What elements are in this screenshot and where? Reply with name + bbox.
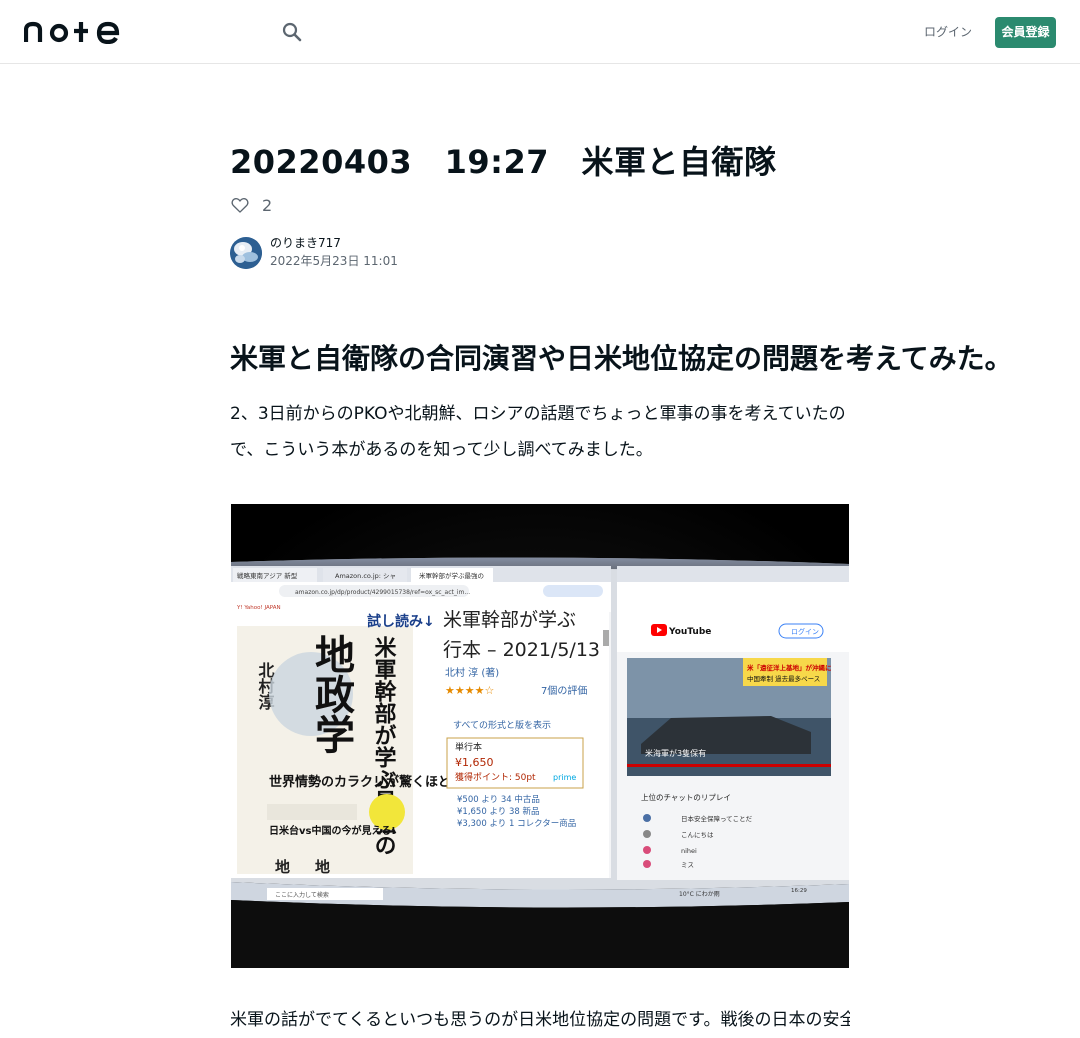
search-icon[interactable] [280, 20, 304, 44]
site-header: ログイン 会員登録 [0, 0, 1080, 64]
like-area: 2 [230, 194, 272, 216]
article-heading: 米軍と自衛隊の合同演習や日米地位協定の問題を考えてみた。 [230, 342, 1013, 375]
photo-chat-1: 日本安全保障ってことだ [681, 814, 753, 823]
photo-url: amazon.co.jp/dp/product/4299015738/ref=o… [295, 589, 470, 596]
author-block: のりまき717 2022年5月23日 11:01 [230, 235, 398, 270]
photo-youtube: YouTube [668, 627, 711, 637]
photo-taskbar-search: ここに入力して検索 [275, 891, 329, 899]
note-logo-mark [24, 21, 120, 44]
photo-product-heading: 米軍幹部が学ぶ [443, 609, 576, 631]
photo-yt-login: ログイン [791, 627, 819, 636]
photo-price: ¥1,650 [455, 756, 494, 769]
photo-offer-2: ¥1,650 より 38 新品 [457, 806, 540, 817]
photo-tab-2: Amazon.co.jp: シャ [335, 572, 396, 580]
photo-prime: prime [553, 773, 576, 782]
article-title: 20220403 19:27 米軍と自衛隊 [230, 143, 777, 181]
photo-video-caption: 米海軍が3隻保有 [645, 748, 706, 758]
photo-book-bottom: 日米台vs中国の今が見える! [269, 824, 396, 837]
signup-button[interactable]: 会員登録 [995, 17, 1056, 48]
photo-video-badge2: 中国牽制 過去最多ペース [747, 674, 820, 683]
photo-chat-header: 上位のチャットのリプレイ [641, 792, 731, 802]
photo-video-badge: 米「遠征洋上基地」が沖縄に [747, 663, 832, 672]
photo-book-tag: 試し読み↓ [367, 613, 435, 630]
photo-rating: 7個の評価 [541, 684, 587, 697]
photo-formats-link: すべての形式と版を表示 [453, 719, 551, 731]
photo-offer-1: ¥500 より 34 中古品 [457, 794, 540, 805]
photo-weather: 10°C にわか雨 [679, 891, 720, 898]
article-paragraph-2: 米軍の話がでてくるといつも思うのが日米地位協定の問題です。戦後の日本の安全保障を… [230, 1010, 850, 1030]
photo-tab-1: 戦略東南アジア 新型 [237, 571, 298, 580]
photo-author-line: 北村 淳 (著) [445, 666, 499, 679]
svg-text:★★★★☆: ★★★★☆ [445, 684, 494, 697]
photo-scene: 戦略東南アジア 新型 Amazon.co.jp: シャ 米軍幹部が学ぶ最強の a… [231, 504, 849, 968]
photo-chat-3: nihei [681, 847, 697, 855]
photo-points: 獲得ポイント: 50pt [455, 771, 536, 783]
svg-text:Y! Yahoo! JAPAN: Y! Yahoo! JAPAN [236, 605, 281, 611]
post-date: 2022年5月23日 11:01 [270, 254, 398, 268]
like-count: 2 [262, 195, 273, 215]
note-logo[interactable] [24, 20, 122, 44]
photo-format-type: 単行本 [455, 741, 482, 753]
photo-offer-3: ¥3,300 より 1 コレクター商品 [457, 818, 576, 829]
photo-book-title: 地政学 [308, 634, 355, 754]
heart-icon[interactable] [230, 195, 250, 215]
photo-time: 16:29 [791, 888, 807, 894]
photo-format-line: 行本 – 2021/5/13 [443, 639, 600, 661]
login-link[interactable]: ログイン [924, 22, 972, 42]
article-paragraph: 2、3日前からのPKOや北朝鮮、ロシアの話題でちょっと軍事の事を考えていたので、… [230, 404, 846, 460]
svg-text:地: 地 [275, 858, 290, 876]
photo-chat-4: ミス [681, 861, 694, 869]
author-name[interactable]: のりまき717 [270, 235, 398, 252]
avatar[interactable] [230, 236, 262, 269]
photo-chat-2: こんにちは [681, 831, 714, 839]
article-photo[interactable]: 戦略東南アジア 新型 Amazon.co.jp: シャ 米軍幹部が学ぶ最強の a… [231, 504, 849, 968]
svg-text:地: 地 [315, 858, 330, 876]
photo-tab-3: 米軍幹部が学ぶ最強の [419, 571, 484, 580]
